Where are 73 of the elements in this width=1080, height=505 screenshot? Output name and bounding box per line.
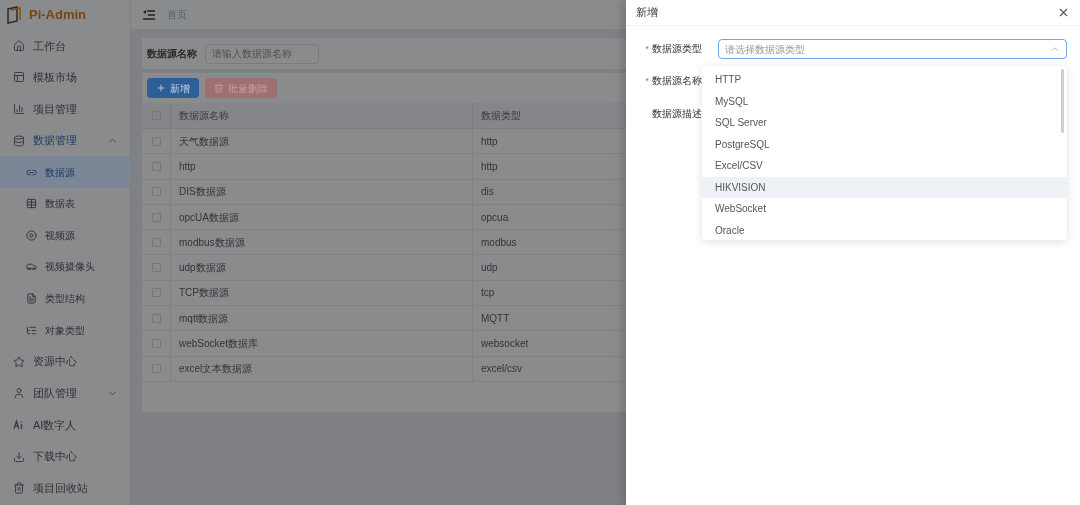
logo-text: Pi-Admin: [29, 6, 87, 25]
table-cell-text: http: [480, 159, 499, 174]
star-icon: [13, 355, 25, 368]
collapse-menu-icon[interactable]: [143, 9, 155, 20]
nav-item[interactable]: 工作台: [0, 30, 130, 62]
trash-icon: [13, 482, 25, 495]
table-cell-text: http: [480, 134, 499, 149]
search-label: 数据源名称: [147, 47, 197, 61]
table-cell: mqtt数据源: [171, 306, 473, 331]
dropdown-option[interactable]: MySQL: [702, 90, 1067, 112]
nav-item[interactable]: 数据管理: [0, 124, 130, 157]
nav-subitem[interactable]: 数据表: [0, 187, 130, 220]
dropdown-option[interactable]: SQL Server: [702, 112, 1067, 134]
drawer-title: 新增: [636, 5, 658, 21]
nav-item[interactable]: 资源中心: [0, 345, 130, 378]
table-cell-text: opcua: [480, 210, 510, 225]
dropdown-option[interactable]: Excel/CSV: [702, 155, 1067, 177]
table-cell-text: excel/csv: [480, 362, 524, 377]
chevron-up-icon: [1050, 44, 1060, 54]
table-cell: http: [171, 154, 473, 179]
nav-item[interactable]: 项目回收站: [0, 472, 130, 504]
document-icon: [26, 293, 37, 305]
field-label: * 数据源名称: [645, 74, 702, 89]
dropdown-option[interactable]: HIKVISION: [702, 176, 1067, 198]
type-select[interactable]: 请选择数据源类型: [718, 39, 1067, 59]
table-cell: opcUA数据源: [171, 204, 473, 230]
column-header: 数据类型: [480, 109, 522, 123]
table-cell: modbus数据源: [171, 230, 473, 255]
plus-icon: [156, 83, 166, 93]
nav-item[interactable]: 模板市场: [0, 61, 130, 94]
table-cell-text: tcp: [480, 286, 496, 301]
nav-item[interactable]: 下载中心: [0, 440, 130, 473]
nav-item[interactable]: 项目管理: [0, 93, 130, 125]
add-button[interactable]: 新增: [147, 78, 199, 98]
nav-item[interactable]: AI数字人: [0, 409, 130, 441]
table-cell-text: MQTT: [480, 311, 511, 326]
dropdown-option[interactable]: Oracle: [702, 219, 1067, 240]
layout-icon: [13, 71, 25, 84]
table-cell: excel文本数据源: [171, 356, 473, 381]
table-cell: 天气数据源: [171, 129, 473, 154]
home-icon: [13, 39, 25, 52]
table-icon: [26, 198, 37, 210]
download-icon: [13, 450, 25, 463]
table-cell-text: websocket: [480, 337, 530, 351]
table-cell-text: dis: [480, 185, 495, 200]
close-icon[interactable]: [1057, 6, 1070, 19]
table-cell: udp数据源: [171, 255, 473, 280]
list-icon: [26, 324, 37, 336]
column-header: 数据源名称: [171, 103, 473, 128]
nav-subitem[interactable]: 类型结构: [0, 282, 130, 315]
dropdown-option[interactable]: HTTP: [702, 69, 1067, 91]
nav-subitem[interactable]: 视频源: [0, 219, 130, 252]
table-cell: webSocket数据库: [171, 331, 473, 356]
field-label: * 数据源类型: [645, 42, 702, 57]
nav-subitem[interactable]: 视频摄像头: [0, 251, 130, 283]
play-icon: [26, 229, 37, 241]
nav-subitem[interactable]: 数据源: [0, 156, 130, 188]
user-icon: [13, 387, 25, 400]
car-icon: [26, 261, 37, 273]
dropdown-option[interactable]: WebSocket: [702, 198, 1067, 220]
database-icon: [13, 134, 25, 147]
table-cell: TCP数据源: [171, 280, 473, 306]
dropdown-option[interactable]: PostgreSQL: [702, 133, 1067, 155]
logo-icon: [7, 6, 23, 24]
field-label: 数据源描述: [652, 106, 702, 121]
table-cell-text: modbus: [480, 235, 518, 250]
nav-subitem[interactable]: 对象类型: [0, 314, 130, 346]
ai-icon: [13, 418, 25, 431]
chart-icon: [13, 103, 25, 115]
trash-icon: [214, 83, 224, 93]
table-cell: DIS数据源: [171, 179, 473, 204]
table-cell-text: udp: [480, 261, 499, 276]
nav-item[interactable]: 团队管理: [0, 377, 130, 410]
